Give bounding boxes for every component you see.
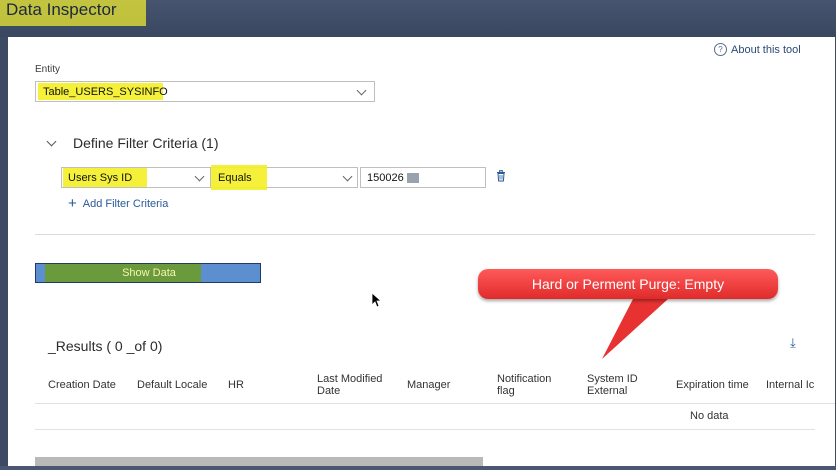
table-row-divider <box>35 429 815 430</box>
filter-operator-select[interactable]: Equals <box>210 165 358 190</box>
window-title: Data Inspector <box>6 0 117 19</box>
title-bar: Data Inspector <box>0 0 836 37</box>
results-table-header: Creation Date Default Locale HR Last Mod… <box>35 367 835 404</box>
results-title: _Results ( 0 _of 0) <box>48 338 163 354</box>
about-link[interactable]: ? About this tool <box>714 43 801 56</box>
filter-field-value: Users Sys ID <box>68 172 133 184</box>
annotation-callout: Hard or Perment Purge: Empty <box>478 269 778 299</box>
no-data-text: No data <box>690 410 729 422</box>
add-filter-button[interactable]: + Add Filter Criteria <box>68 195 168 212</box>
question-circle-icon: ? <box>714 43 727 56</box>
frame-border <box>0 466 836 470</box>
divider <box>35 234 815 235</box>
filter-section-title: Define Filter Criteria (1) <box>73 135 219 151</box>
column-header[interactable]: System ID External <box>587 373 657 397</box>
column-header[interactable]: Creation Date <box>48 379 116 391</box>
column-header[interactable]: Expiration time <box>676 379 749 391</box>
filter-field-select[interactable]: Users Sys ID <box>61 167 211 188</box>
column-header[interactable]: Notification flag <box>497 373 567 397</box>
download-icon[interactable]: ⤓ <box>790 335 796 351</box>
mouse-cursor-icon <box>372 293 382 308</box>
show-data-button[interactable]: Show Data <box>35 263 261 283</box>
filter-value: 150026 <box>367 172 404 184</box>
plus-icon: + <box>68 195 77 212</box>
filter-value-input[interactable]: 150026 <box>360 167 486 188</box>
column-header[interactable]: Default Locale <box>137 379 207 391</box>
chevron-down-icon <box>342 171 353 182</box>
entity-label: Entity <box>35 64 61 75</box>
add-filter-label: Add Filter Criteria <box>82 197 169 210</box>
column-header[interactable]: Manager <box>407 379 450 391</box>
chevron-down-icon <box>194 171 205 182</box>
column-header[interactable]: Last Modified Date <box>317 373 397 397</box>
chevron-down-icon <box>46 136 57 147</box>
trash-icon[interactable] <box>496 170 506 182</box>
column-header[interactable]: Internal Ic <box>766 379 818 391</box>
chevron-down-icon <box>356 85 367 96</box>
column-header[interactable]: HR <box>228 379 244 391</box>
filter-operator-value: Equals <box>218 172 252 184</box>
entity-select[interactable]: Table_USERS_SYSINFO <box>35 81 375 102</box>
about-label: About this tool <box>731 43 801 56</box>
entity-value: Table_USERS_SYSINFO <box>43 86 168 98</box>
show-data-label: Show Data <box>122 267 176 279</box>
main-panel: ? About this tool Entity Table_USERS_SYS… <box>8 37 835 467</box>
filter-section-header[interactable]: Define Filter Criteria (1) <box>46 135 219 151</box>
redacted-block <box>407 173 419 183</box>
